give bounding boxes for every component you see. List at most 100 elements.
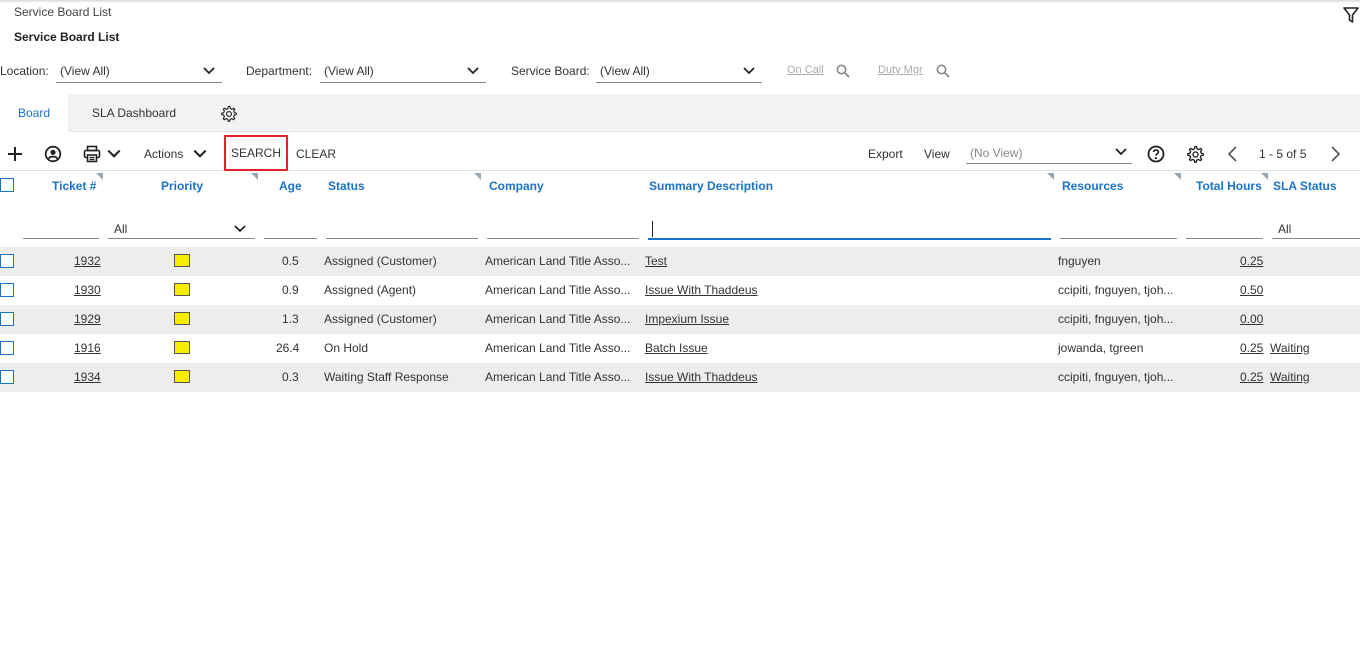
resources-cell: jowanda, tgreen	[1058, 341, 1144, 355]
export-button[interactable]: Export	[868, 147, 903, 161]
status-cell: On Hold	[324, 341, 369, 355]
age-cell: 26.4	[276, 341, 300, 355]
help-icon[interactable]	[1147, 145, 1165, 163]
printer-icon[interactable]	[83, 145, 101, 163]
department-select[interactable]: (View All)	[320, 61, 486, 83]
text-cursor	[652, 221, 653, 237]
view-value: (No View)	[970, 146, 1023, 160]
add-icon[interactable]	[6, 145, 24, 163]
sla-status-cell[interactable]: Waiting	[1270, 341, 1310, 355]
age-filter-input[interactable]	[264, 238, 317, 239]
view-select[interactable]: (No View)	[966, 144, 1132, 164]
sla-filter-value[interactable]: All	[1278, 222, 1291, 236]
age-cell: 0.5	[282, 254, 299, 268]
hours-link[interactable]: 0.00	[1240, 312, 1263, 326]
chevron-down-icon[interactable]	[232, 222, 248, 236]
summary-link[interactable]: Batch Issue	[645, 341, 708, 355]
gear-icon[interactable]	[1186, 145, 1204, 163]
column-total-hours[interactable]: Total Hours	[1196, 179, 1262, 193]
breadcrumb[interactable]: Service Board List	[14, 5, 111, 19]
hours-link[interactable]: 0.25	[1240, 254, 1263, 268]
hours-filter-input[interactable]	[1186, 238, 1263, 239]
row-checkbox[interactable]	[0, 370, 14, 384]
ticket-link[interactable]: 1929	[74, 312, 101, 326]
sla-status-cell[interactable]: Waiting	[1270, 370, 1310, 384]
summary-link[interactable]: Test	[645, 254, 667, 268]
column-sla-status[interactable]: SLA Status	[1273, 179, 1337, 193]
service-board-label: Service Board:	[511, 64, 590, 78]
column-age[interactable]: Age	[279, 179, 302, 193]
chevron-down-icon[interactable]	[192, 146, 208, 162]
resources-cell: fnguyen	[1058, 254, 1101, 268]
summary-link[interactable]: Impexium Issue	[645, 312, 729, 326]
chevron-down-icon[interactable]	[106, 146, 122, 162]
summary-link[interactable]: Issue With Thaddeus	[645, 370, 758, 384]
service-board-select[interactable]: (View All)	[596, 61, 762, 83]
select-all-checkbox[interactable]	[0, 178, 14, 192]
ticket-filter-input[interactable]	[23, 238, 99, 239]
company-cell: American Land Title Asso...	[485, 370, 631, 384]
row-checkbox[interactable]	[0, 312, 14, 326]
actions-menu[interactable]: Actions	[144, 147, 183, 161]
summary-link[interactable]: Issue With Thaddeus	[645, 283, 758, 297]
company-cell: American Land Title Asso...	[485, 254, 631, 268]
tab-sla-dashboard[interactable]: SLA Dashboard	[80, 94, 188, 132]
column-company[interactable]: Company	[489, 179, 544, 193]
table-row[interactable]: 1929 1.3 Assigned (Customer) American La…	[0, 305, 1360, 334]
table-row[interactable]: 1932 0.5 Assigned (Customer) American La…	[0, 247, 1360, 276]
ticket-link[interactable]: 1932	[74, 254, 101, 268]
gear-icon[interactable]	[220, 105, 237, 122]
priority-swatch	[174, 254, 190, 267]
tab-board[interactable]: Board	[0, 94, 68, 133]
column-status[interactable]: Status	[328, 179, 365, 193]
location-select[interactable]: (View All)	[56, 61, 222, 83]
ticket-link[interactable]: 1934	[74, 370, 101, 384]
company-filter-input[interactable]	[487, 238, 639, 239]
hours-link[interactable]: 0.25	[1240, 370, 1263, 384]
search-icon[interactable]	[936, 64, 950, 78]
page-title: Service Board List	[14, 30, 120, 44]
hours-link[interactable]: 0.25	[1240, 341, 1263, 355]
sort-corner-icon	[1047, 173, 1054, 180]
service-board-value: (View All)	[600, 64, 650, 78]
ticket-link[interactable]: 1916	[74, 341, 101, 355]
status-cell: Waiting Staff Response	[324, 370, 449, 384]
column-summary[interactable]: Summary Description	[649, 179, 773, 193]
duty-mgr-link[interactable]: Duty Mgr	[878, 64, 923, 76]
search-icon[interactable]	[836, 64, 850, 78]
summary-filter-input[interactable]	[648, 238, 1051, 240]
column-ticket[interactable]: Ticket #	[52, 179, 96, 193]
hours-link[interactable]: 0.50	[1240, 283, 1263, 297]
table-row[interactable]: 1930 0.9 Assigned (Agent) American Land …	[0, 276, 1360, 305]
search-button[interactable]: SEARCH	[224, 135, 288, 171]
table-row[interactable]: 1934 0.3 Waiting Staff Response American…	[0, 363, 1360, 392]
resources-filter-input[interactable]	[1060, 238, 1177, 239]
status-cell: Assigned (Agent)	[324, 283, 417, 297]
resources-cell: ccipiti, fnguyen, tjoh...	[1058, 283, 1174, 297]
user-circle-icon[interactable]	[44, 145, 62, 163]
department-value: (View All)	[324, 64, 374, 78]
table-header: Ticket # Priority Age Status Company Sum…	[0, 171, 1360, 209]
clear-button[interactable]: CLEAR	[296, 147, 336, 161]
status-filter-input[interactable]	[326, 238, 478, 239]
priority-filter-select[interactable]	[108, 238, 255, 239]
chevron-down-icon	[743, 67, 755, 75]
row-checkbox[interactable]	[0, 341, 14, 355]
company-cell: American Land Title Asso...	[485, 283, 631, 297]
chevron-right-icon[interactable]	[1326, 145, 1344, 163]
table-row[interactable]: 1916 26.4 On Hold American Land Title As…	[0, 334, 1360, 363]
column-resources[interactable]: Resources	[1062, 179, 1123, 193]
sort-corner-icon	[96, 173, 103, 180]
row-checkbox[interactable]	[0, 283, 14, 297]
priority-swatch	[174, 370, 190, 383]
column-priority[interactable]: Priority	[161, 179, 203, 193]
department-label: Department:	[246, 64, 313, 78]
sort-corner-icon	[1261, 173, 1268, 180]
on-call-link[interactable]: On Call	[787, 64, 824, 76]
ticket-link[interactable]: 1930	[74, 283, 101, 297]
row-checkbox[interactable]	[0, 254, 14, 268]
chevron-left-icon[interactable]	[1224, 145, 1242, 163]
priority-filter-value[interactable]: All	[114, 222, 127, 236]
sla-filter-select[interactable]	[1272, 238, 1360, 239]
filter-icon[interactable]	[1343, 6, 1359, 24]
